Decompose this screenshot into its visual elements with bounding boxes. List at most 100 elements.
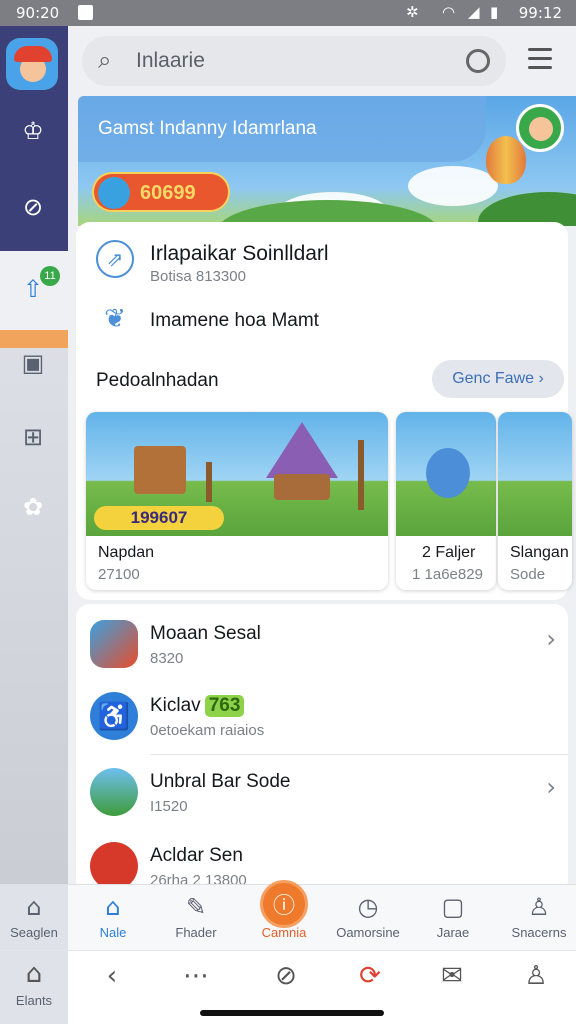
list-item-name: Acldar Sen [150, 845, 243, 866]
search-icon: ⌕ [98, 46, 112, 74]
app-icon [90, 768, 138, 816]
search-input[interactable]: Inlaarie [136, 49, 205, 73]
home-outline-icon: ⌂ [105, 893, 121, 921]
nav-item-jarae[interactable]: ▢ Jarae [408, 891, 498, 940]
palm-shape [206, 462, 212, 502]
creature-shape [426, 448, 470, 498]
nav-item-fhader[interactable]: ✎ Fhader [151, 891, 241, 940]
compass-icon[interactable]: ⊘ [18, 192, 48, 222]
voice-icon[interactable] [466, 49, 490, 73]
divider [150, 754, 568, 755]
promo-banner[interactable]: Gamst Indanny Idamrlana 60699 [78, 96, 576, 226]
flower-icon[interactable]: ✿ [18, 492, 48, 522]
list-item[interactable]: Moaan Sesal 8320 › [76, 608, 568, 682]
game-name: 2 Faljer [422, 544, 476, 561]
list-item-name: Moaan Sesal [150, 623, 261, 644]
chevron-right-icon: › [546, 625, 556, 653]
app-icon: ♿ [90, 692, 138, 740]
list-item-sub: 0etoekam raiaios [150, 722, 265, 739]
game-name: Napdan [98, 544, 155, 561]
nav-item-oamorsine[interactable]: ◷ Oamorsine [323, 891, 413, 940]
see-all-button[interactable]: Genc Fawe › [432, 360, 564, 398]
list-item-tag: 763 [204, 695, 245, 717]
nav-label: Snacerns [511, 925, 567, 940]
edit-icon: ✎ [185, 893, 207, 921]
list-item-sub: 8320 [150, 650, 184, 667]
game-art [396, 412, 496, 536]
square-icon: ▢ [441, 893, 465, 921]
camera-fab-button[interactable]: ⓘ [260, 880, 308, 928]
list-item[interactable]: Unbral Bar Sode I1520 › [76, 756, 568, 830]
inbox-icon[interactable]: ▣ [18, 348, 48, 378]
game-card[interactable]: Slangan Sode [498, 412, 572, 590]
list-item-name: Unbral Bar Sode [150, 771, 291, 792]
battery-icon: ▮ [490, 3, 499, 21]
timer-icon: ◷ [357, 893, 379, 921]
game-name: Slangan [510, 544, 569, 561]
featured-card: ⇗ Irlapaikar Soinlldarl Botisa 813300 ❦ … [76, 222, 572, 600]
status-bar: 90:20 ✲ ◠ ◢ ▮ 99:12 [0, 0, 576, 26]
nav-label: Jarae [436, 925, 470, 940]
avatar[interactable] [6, 38, 58, 90]
nav-item-nale[interactable]: ⌂ Nale [68, 891, 158, 940]
grid-icon[interactable]: ⊞ [18, 422, 48, 452]
score-pill: 199607 [94, 506, 224, 530]
leaf-icon: ❦ [104, 304, 126, 334]
menu-icon[interactable] [528, 48, 552, 70]
coin-counter[interactable]: 60699 [92, 172, 230, 212]
search-bar[interactable]: ⌕ Inlaarie [82, 36, 506, 86]
mail-icon[interactable]: ✉ [422, 961, 482, 991]
nav-bottom-label: Elants [15, 993, 53, 1008]
palm-shape [358, 440, 364, 510]
section-title: Pedoalnhadan [96, 370, 219, 391]
nav-item-snacerns[interactable]: ♙ Snacerns [494, 891, 576, 940]
coin-value: 60699 [140, 182, 196, 204]
back-icon[interactable]: ‹ [82, 961, 142, 991]
left-rail: ♔ ⊘ ⇧ 11 ▣ ⊞ ✿ [0, 26, 68, 1024]
house-shape [134, 446, 186, 494]
nav-label: Fhader [175, 925, 217, 940]
row1-title[interactable]: Irlapaikar Soinlldarl [150, 242, 329, 266]
refresh-icon[interactable]: ⟳ [340, 961, 400, 991]
see-all-label: Genc Fawe [452, 370, 535, 387]
notification-badge: 11 [40, 266, 60, 286]
settings-gear-icon: ✲ [406, 3, 419, 21]
notification-icon [78, 5, 93, 20]
banner-title: Gamst Indanny Idamrlana [98, 118, 317, 139]
nav-label: Oamorsine [336, 925, 400, 940]
profile-icon[interactable]: ♙ [506, 961, 566, 991]
status-time: 90:20 [16, 4, 60, 22]
list-item-sub: I1520 [150, 798, 188, 815]
game-subtitle: 1 1a6e829 [412, 566, 483, 583]
cloud-shape [408, 166, 498, 206]
game-card[interactable]: 2 Faljer 1 1a6e829 [396, 412, 496, 590]
row1-subtitle: Botisa 813300 [150, 268, 246, 285]
app-icon [90, 620, 138, 668]
more-icon[interactable]: ⋯ [166, 961, 226, 991]
game-subtitle: Sode [510, 566, 546, 583]
row2-title[interactable]: Imamene hoa Mamt [150, 310, 319, 332]
game-card[interactable]: 199607 Napdan 27100 [86, 412, 388, 590]
balloon-icon [486, 136, 526, 184]
nav-label: Nale [99, 925, 127, 940]
character-icon [516, 104, 564, 152]
user-icon: ♙ [528, 893, 550, 921]
signal-icon: ◢ [468, 3, 480, 21]
chevron-right-icon: › [546, 773, 556, 801]
rail-selected-indicator [0, 330, 68, 348]
list-item[interactable]: ♿ Kiclav 763 0etoekam raiaios [76, 680, 568, 754]
game-art [498, 412, 572, 536]
crown-icon[interactable]: ♔ [18, 116, 48, 146]
house-shape [274, 474, 330, 500]
list-item-name: Kiclav 763 [150, 695, 245, 717]
coin-icon [98, 177, 130, 209]
compass-icon[interactable]: ⊘ [256, 961, 316, 991]
roof-shape [266, 422, 338, 478]
game-subtitle: 27100 [98, 566, 140, 583]
avatar-hat [14, 46, 52, 62]
home-indicator [200, 1010, 384, 1016]
hill-shape [478, 192, 576, 226]
home-icon[interactable]: ⌂ [4, 959, 64, 989]
status-clock: 99:12 [518, 4, 562, 22]
app-icon [90, 842, 138, 890]
